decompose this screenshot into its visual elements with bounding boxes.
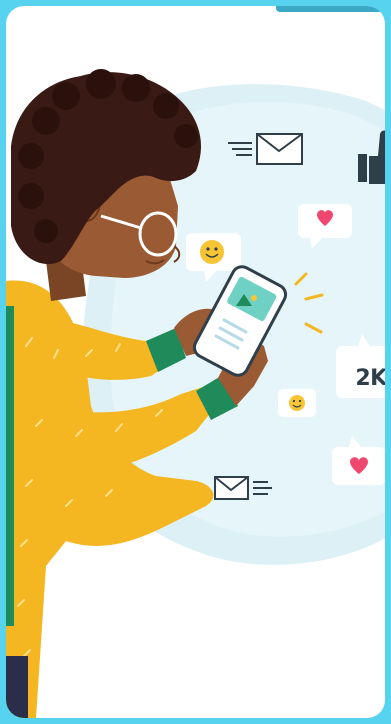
small-smiley-icon <box>278 389 316 417</box>
social-media-illustration <box>6 69 385 718</box>
illustration-frame: 2K <box>6 6 385 718</box>
notification-count: 2K <box>355 365 385 391</box>
